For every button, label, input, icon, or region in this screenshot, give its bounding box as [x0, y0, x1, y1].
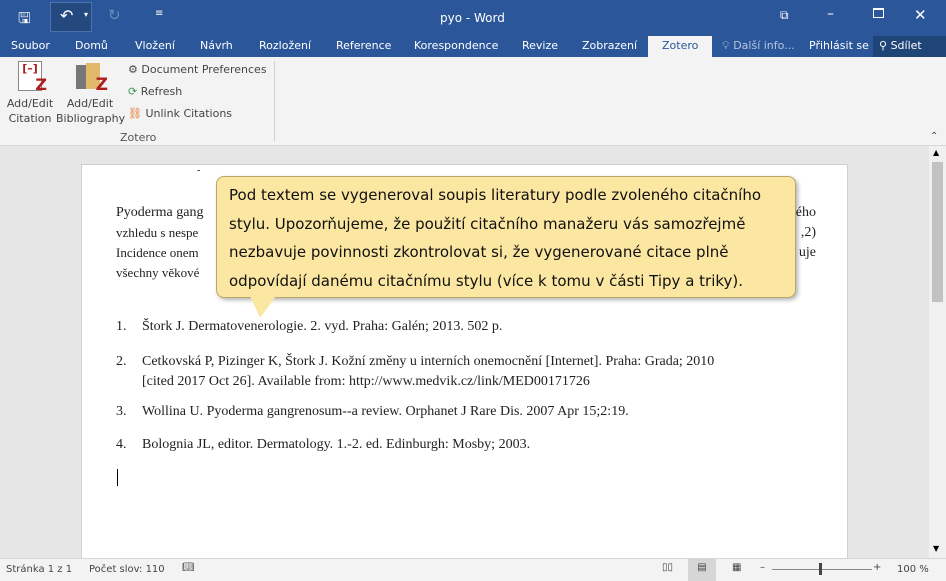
zoom-level[interactable]: 100 %: [897, 564, 929, 575]
read-mode-icon[interactable]: ▯▯: [662, 562, 673, 573]
scroll-thumb[interactable]: [932, 162, 943, 302]
unlink-icon: ⛓: [128, 107, 142, 120]
gear-icon: ⚙: [128, 63, 138, 76]
collapse-ribbon-icon[interactable]: ⌃: [930, 131, 938, 142]
reference-item: 2. Cetkovská P, Pizinger K, Štork J. Kožn…: [116, 354, 715, 389]
group-divider: [274, 61, 275, 141]
customize-qat-icon[interactable]: ≡: [155, 8, 163, 19]
tab-korespondence[interactable]: Korespondence: [414, 39, 498, 52]
proofing-icon[interactable]: 📖︎: [182, 562, 195, 573]
zoom-in-button[interactable]: +: [873, 562, 881, 573]
undo-icon[interactable]: ↶: [60, 6, 73, 25]
tab-reference[interactable]: Reference: [336, 39, 391, 52]
sign-in-link[interactable]: Přihlásit se: [809, 39, 869, 52]
refresh-icon: ⟳: [128, 85, 138, 98]
reference-item: 1. Štork J. Dermatovenerologie. 2. vyd. P…: [116, 319, 503, 334]
tab-zobrazeni[interactable]: Zobrazení: [582, 39, 637, 52]
tab-revize[interactable]: Revize: [522, 39, 558, 52]
tab-rozlozeni[interactable]: Rozložení: [259, 39, 311, 52]
person-add-icon: ⚲: [879, 39, 888, 52]
window-title: pyo - Word: [440, 11, 505, 25]
web-layout-icon[interactable]: ▦: [732, 562, 741, 573]
ribbon-tabs: Soubor Domů Vložení Návrh Rozložení Refe…: [0, 36, 946, 57]
callout-tail: [250, 296, 276, 318]
callout-tooltip: Pod textem se vygeneroval soupis literat…: [216, 176, 796, 298]
word-count[interactable]: Počet slov: 110: [89, 564, 165, 575]
lightbulb-icon: 💡︎: [722, 39, 730, 52]
close-button[interactable]: ✕: [914, 6, 927, 24]
share-button[interactable]: ⚲ Sdílet: [873, 36, 946, 57]
zoom-slider-thumb[interactable]: [819, 563, 822, 575]
scroll-down-icon[interactable]: ▼: [933, 544, 939, 553]
print-layout-icon[interactable]: ▤: [688, 559, 716, 581]
undo-dropdown-icon[interactable]: ▾: [84, 10, 88, 19]
tab-navrh[interactable]: Návrh: [200, 39, 233, 52]
bibliography-icon: Z: [76, 61, 108, 95]
body-paragraph-left: Pyoderma gang vzhledu s nespe Incidence on…: [116, 205, 204, 280]
page-count[interactable]: Stránka 1 z 1: [6, 564, 72, 575]
tell-me[interactable]: 💡︎ Další info...: [722, 39, 795, 53]
tab-domu[interactable]: Domů: [75, 39, 108, 52]
text-cursor: [117, 469, 118, 486]
reference-item: 4. Bolognia JL, editor. Dermatology. 1.-2…: [116, 437, 531, 452]
redo-icon: ↻: [108, 6, 121, 24]
tab-zotero[interactable]: Zotero: [648, 36, 713, 57]
scroll-up-icon[interactable]: ▲: [933, 148, 939, 157]
save-icon[interactable]: 🖫: [18, 8, 31, 33]
maximize-button[interactable]: [873, 8, 884, 18]
reference-item: 3. Wollina U. Pyoderma gangrenosum--a rev…: [116, 404, 629, 419]
add-edit-citation-button[interactable]: [–] Z Add/Edit Citation: [4, 61, 56, 126]
minimize-button[interactable]: –: [827, 6, 834, 22]
tab-vlozeni[interactable]: Vložení: [135, 39, 175, 52]
refresh-button[interactable]: ⟳ Refresh: [128, 85, 182, 98]
zoom-out-button[interactable]: –: [760, 562, 765, 573]
tab-soubor[interactable]: Soubor: [11, 39, 50, 52]
document-preferences-button[interactable]: ⚙ Document Preferences: [128, 63, 267, 76]
add-edit-bibliography-button[interactable]: Z Add/Edit Bibliography: [56, 61, 125, 126]
group-label: Zotero: [120, 131, 157, 144]
citation-icon: [–] Z: [18, 61, 47, 94]
vertical-scrollbar[interactable]: ▲ ▼: [929, 146, 946, 558]
unlink-citations-button[interactable]: ⛓ Unlink Citations: [128, 107, 232, 120]
status-bar: Stránka 1 z 1 Počet slov: 110 📖︎ ▯▯ ▤ ▦ …: [0, 558, 946, 581]
title-bar: 🖫 ↶ ▾ ↻ ≡ pyo - Word ⧉ – ✕: [0, 0, 946, 36]
zoom-slider[interactable]: [772, 569, 872, 570]
ribbon: [–] Z Add/Edit Citation Z Add/Edit Biblio…: [0, 57, 946, 146]
ribbon-display-icon[interactable]: ⧉: [780, 8, 789, 23]
